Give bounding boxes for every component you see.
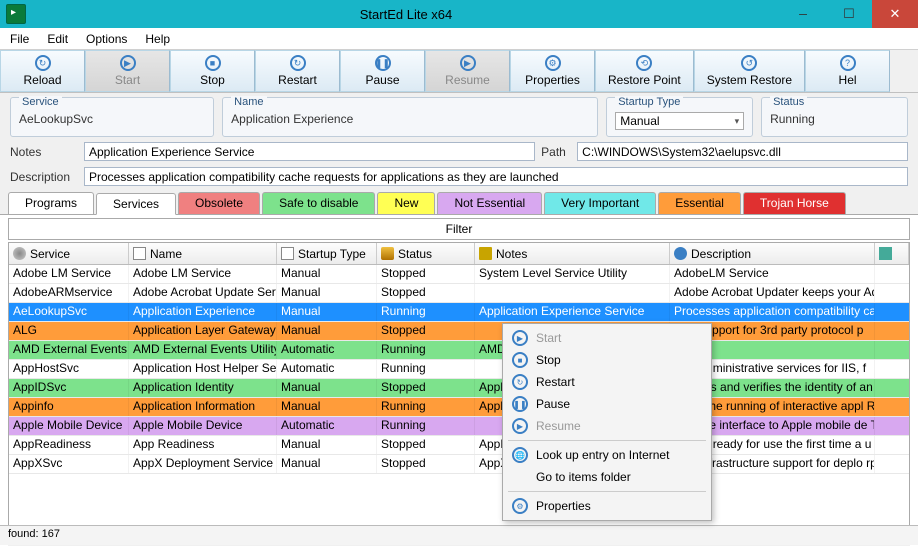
tab-notessential[interactable]: Not Essential (437, 192, 542, 214)
resume-button[interactable]: ▶Resume (425, 50, 510, 92)
tab-new[interactable]: New (377, 192, 435, 214)
start-icon: ▶ (120, 55, 136, 71)
ctx-pause[interactable]: ❚❚Pause (506, 393, 708, 415)
reload-button[interactable]: ↻Reload (0, 50, 85, 92)
col-notes[interactable]: Notes (475, 243, 670, 264)
table-row[interactable]: AppReadinessApp ReadinessManualStoppedAp… (9, 436, 909, 455)
col-name[interactable]: Name (129, 243, 277, 264)
restart-icon: ↻ (290, 55, 306, 71)
maximize-button[interactable]: ☐ (826, 0, 872, 28)
restore-point-button[interactable]: ⟲Restore Point (595, 50, 694, 92)
tab-veryimp[interactable]: Very Important (544, 192, 656, 214)
ctx-icon: ↻ (512, 374, 528, 390)
doc-icon (281, 247, 294, 260)
ctx-icon: ❚❚ (512, 396, 528, 412)
filter-bar[interactable]: Filter (8, 218, 910, 240)
extra-icon (879, 247, 892, 260)
properties-icon: ⚙ (545, 55, 561, 71)
table-row[interactable]: AppinfoApplication InformationManualRunn… (9, 398, 909, 417)
col-service[interactable]: Service (9, 243, 129, 264)
restore point-icon: ⟲ (636, 55, 652, 71)
service-value: AeLookupSvc (19, 112, 205, 126)
reload-icon: ↻ (35, 55, 51, 71)
doc-icon (133, 247, 146, 260)
system restore-icon: ↺ (741, 55, 757, 71)
gear-icon (13, 247, 26, 260)
path-input[interactable] (577, 142, 908, 161)
minimize-button[interactable]: — (780, 0, 826, 28)
tab-safe[interactable]: Safe to disable (262, 192, 375, 214)
name-legend: Name (231, 96, 266, 108)
system-restore-button[interactable]: ↺System Restore (694, 50, 805, 92)
col-description[interactable]: Description (670, 243, 875, 264)
ctx-icon (512, 469, 528, 485)
service-legend: Service (19, 96, 62, 108)
start-button[interactable]: ▶Start (85, 50, 170, 92)
description-input[interactable] (84, 167, 908, 186)
notes-label: Notes (10, 145, 78, 159)
pause-icon: ❚❚ (375, 55, 391, 71)
tab-trojan[interactable]: Trojan Horse (743, 192, 846, 214)
context-menu: ▶Start■Stop↻Restart❚❚Pause▶Resume 🌐Look u… (502, 323, 712, 521)
notes-input[interactable] (84, 142, 535, 161)
info-icon (674, 247, 687, 260)
close-button[interactable]: ✕ (872, 0, 918, 28)
col-startup[interactable]: Startup Type (277, 243, 377, 264)
table-row[interactable]: AdobeARMserviceAdobe Acrobat Update Serv… (9, 284, 909, 303)
menu-edit[interactable]: Edit (47, 32, 68, 46)
col-extra[interactable] (875, 243, 909, 264)
restart-button[interactable]: ↻Restart (255, 50, 340, 92)
ctx-icon: ⚙ (512, 498, 528, 514)
ctx-stop[interactable]: ■Stop (506, 349, 708, 371)
tab-programs[interactable]: Programs (8, 192, 94, 214)
menu-file[interactable]: File (10, 32, 29, 46)
ctx-icon: 🌐 (512, 447, 528, 463)
ctx-icon: ▶ (512, 330, 528, 346)
table-row[interactable]: AppXSvcAppX Deployment Service (AManualS… (9, 455, 909, 474)
startup-dropdown[interactable]: Manual ▾ (615, 112, 744, 130)
menu-options[interactable]: Options (86, 32, 127, 46)
stop-button[interactable]: ■Stop (170, 50, 255, 92)
window-title: StartEd Lite x64 (32, 7, 780, 22)
ctx-restart[interactable]: ↻Restart (506, 371, 708, 393)
table-row[interactable]: AMD External Events UtiAMD External Even… (9, 341, 909, 360)
ctx-properties[interactable]: ⚙Properties (506, 495, 708, 517)
status-icon (381, 247, 394, 260)
tab-services[interactable]: Services (96, 193, 176, 215)
ctx-icon: ▶ (512, 418, 528, 434)
resume-icon: ▶ (460, 55, 476, 71)
startup-legend: Startup Type (615, 96, 683, 108)
col-status[interactable]: Status (377, 243, 475, 264)
status-legend: Status (770, 96, 807, 108)
properties-button[interactable]: ⚙Properties (510, 50, 595, 92)
menu-help[interactable]: Help (145, 32, 170, 46)
ctx-start: ▶Start (506, 327, 708, 349)
ctx-look-up-entry-on-internet[interactable]: 🌐Look up entry on Internet (506, 444, 708, 466)
tab-essential[interactable]: Essential (658, 192, 741, 214)
hel-icon: ? (840, 55, 856, 71)
description-label: Description (10, 170, 78, 184)
note-icon (479, 247, 492, 260)
path-label: Path (541, 145, 571, 159)
table-row[interactable]: AppIDSvcApplication IdentityManualStoppe… (9, 379, 909, 398)
table-row[interactable]: ALGApplication Layer Gateway SManualStop… (9, 322, 909, 341)
table-row[interactable]: AppHostSvcApplication Host Helper ServAu… (9, 360, 909, 379)
app-icon (6, 4, 26, 24)
tab-obsolete[interactable]: Obsolete (178, 192, 260, 214)
status-bar: found: 167 (0, 525, 918, 545)
pause-button[interactable]: ❚❚Pause (340, 50, 425, 92)
hel-button[interactable]: ?Hel (805, 50, 890, 92)
status-value: Running (770, 112, 899, 126)
table-row[interactable]: Apple Mobile DeviceApple Mobile DeviceAu… (9, 417, 909, 436)
table-row[interactable]: AeLookupSvcApplication ExperienceManualR… (9, 303, 909, 322)
name-value: Application Experience (231, 112, 589, 126)
ctx-resume: ▶Resume (506, 415, 708, 437)
ctx-icon: ■ (512, 352, 528, 368)
table-row[interactable]: Adobe LM ServiceAdobe LM ServiceManualSt… (9, 265, 909, 284)
stop-icon: ■ (205, 55, 221, 71)
ctx-go-to-items-folder[interactable]: Go to items folder (506, 466, 708, 488)
chevron-down-icon: ▾ (735, 116, 740, 127)
